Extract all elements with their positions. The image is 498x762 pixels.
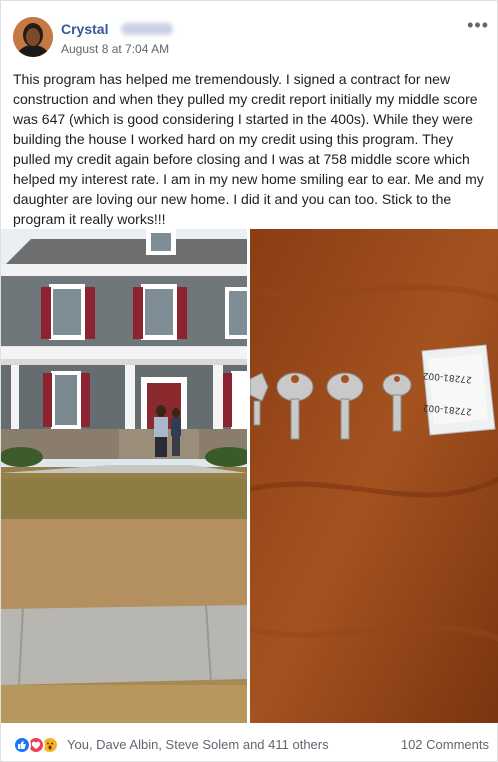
avatar[interactable]	[13, 17, 53, 57]
comments-count[interactable]: 102 Comments	[401, 737, 489, 752]
reactions-summary[interactable]: You, Dave Albin, Steve Solem and 411 oth…	[67, 737, 329, 752]
post-timestamp[interactable]: August 8 at 7:04 AM	[61, 42, 169, 56]
photo-grid: 27281-002 27281-002	[1, 229, 498, 723]
post-card: Crystal August 8 at 7:04 AM ••• This pro…	[0, 0, 498, 762]
author-name[interactable]: Crystal	[61, 21, 108, 37]
like-icon	[13, 736, 31, 754]
post-header: Crystal August 8 at 7:04 AM •••	[1, 1, 498, 63]
avatar-image	[13, 17, 53, 57]
reaction-icons[interactable]	[13, 736, 65, 754]
keys-illustration: 27281-002 27281-002	[250, 229, 498, 723]
keys-photo[interactable]: 27281-002 27281-002	[250, 229, 498, 723]
post-footer: You, Dave Albin, Steve Solem and 411 oth…	[1, 729, 498, 759]
house-photo[interactable]	[1, 229, 247, 723]
house-illustration	[1, 229, 247, 723]
post-body: This program has helped me tremendously.…	[13, 71, 484, 227]
more-options-icon[interactable]: •••	[467, 15, 489, 36]
author-surname-blurred	[121, 23, 173, 35]
